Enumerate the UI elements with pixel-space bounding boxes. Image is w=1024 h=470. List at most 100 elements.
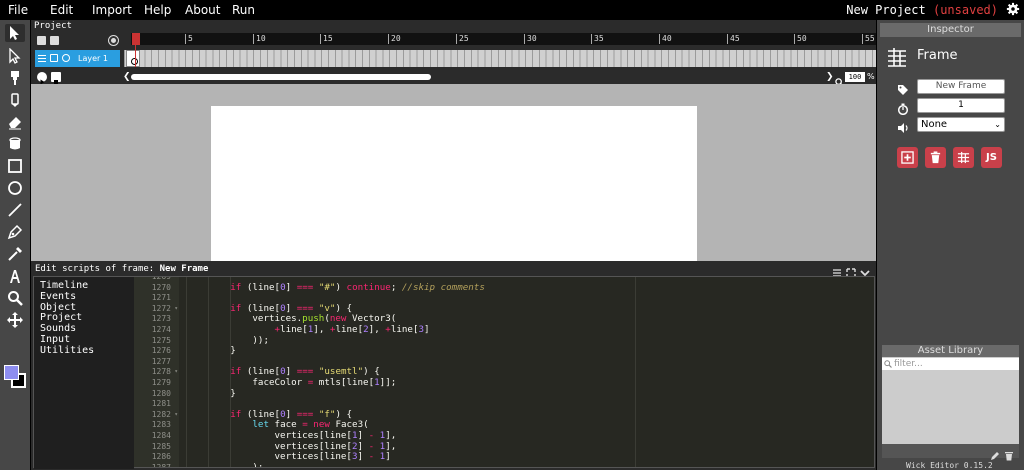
gear-icon[interactable]: [1006, 2, 1020, 16]
cursor-tool[interactable]: [5, 24, 25, 42]
menu-file[interactable]: File: [8, 3, 28, 17]
script-menu-utilities[interactable]: Utilities: [40, 345, 128, 357]
ruler-tick: 55: [862, 34, 875, 44]
scroll-left-icon[interactable]: ❮: [123, 72, 131, 82]
zoom-unit: %: [867, 72, 875, 81]
eyedropper-tool[interactable]: [5, 245, 25, 263]
fold-arrow-icon[interactable]: ▾: [174, 367, 178, 378]
asset-filter-input[interactable]: filter...: [882, 358, 1019, 370]
menu-run[interactable]: Run: [232, 3, 255, 17]
frame-sound-select[interactable]: None ⌄: [917, 117, 1005, 132]
brush-icon: [11, 71, 19, 85]
lock-icon[interactable]: [50, 54, 58, 62]
line-number: 1270: [151, 282, 171, 292]
move-arrows-icon: [7, 312, 23, 328]
script-editor-panel: Edit scripts of frame: New Frame Timelin…: [31, 261, 876, 470]
ruler-tick: 40: [659, 34, 672, 44]
tag-icon: [897, 81, 909, 95]
playhead-line: [135, 45, 136, 67]
trash-icon[interactable]: [1004, 446, 1014, 461]
line-number: 1280: [151, 388, 171, 398]
ruler-tick: 10: [253, 34, 266, 44]
frame-sound-row: None ⌄: [897, 117, 1024, 133]
fill-bucket-tool[interactable]: [5, 135, 25, 153]
line-number: 1285: [151, 441, 171, 451]
line-number-text: 1272: [151, 303, 171, 313]
fold-arrow-icon[interactable]: ▾: [174, 410, 178, 421]
menu-help[interactable]: Help: [144, 3, 171, 17]
bucket-icon: [9, 137, 21, 150]
timeline-title: Project: [34, 21, 72, 31]
frame-ruler[interactable]: 5 10 15 20 25 30 35 40 45 50 55: [131, 33, 876, 45]
ruler-tick: 30: [524, 34, 537, 44]
frame-type-icon: [887, 47, 907, 67]
fold-arrow-icon[interactable]: ▾: [174, 304, 178, 315]
project-name[interactable]: New Project (unsaved): [846, 3, 998, 17]
line-number: 1279: [151, 378, 171, 387]
extend-frame-button[interactable]: [953, 147, 974, 168]
asset-library-footer: [882, 444, 1019, 461]
layer-item[interactable]: Layer 1: [35, 50, 120, 67]
code-line: vertices[line[1] - 1],: [186, 430, 397, 441]
add-layer-icon[interactable]: [37, 36, 46, 45]
edit-script-button[interactable]: JS: [981, 147, 1002, 168]
code-line: }: [186, 345, 236, 357]
ellipse-tool[interactable]: [5, 179, 25, 197]
menubar: File Edit Import Help About Run New Proj…: [0, 0, 1024, 20]
eraser-tool[interactable]: [5, 113, 25, 131]
code-editor[interactable]: 1269 1270 1271 1272▾ 1273 1274 1275 1276…: [134, 277, 874, 467]
zoom-tool[interactable]: [5, 289, 25, 307]
timeline-scrollbar[interactable]: [131, 74, 431, 80]
code-line: +line[1], +line[2], +line[3]: [274, 324, 430, 335]
line-number: 1276: [151, 346, 171, 356]
timeline-zoom-input[interactable]: 100: [845, 72, 865, 82]
pen-tool[interactable]: [5, 223, 25, 241]
selection-type-label: Frame: [917, 48, 958, 63]
code-text: if (line[0] === "#") continue; //skip co…: [180, 277, 874, 467]
eye-icon[interactable]: [62, 54, 70, 62]
frame-name-input[interactable]: New Frame: [917, 79, 1005, 94]
timer-icon: [897, 100, 909, 116]
script-menu-events[interactable]: Events: [40, 291, 128, 303]
version-label: Wick Editor 0.15.2: [906, 461, 993, 470]
eraser-icon: [9, 117, 21, 130]
line-number: 1277: [151, 356, 171, 366]
ruler-tick: 45: [727, 34, 740, 44]
text-icon: [10, 270, 20, 283]
stage[interactable]: [211, 106, 697, 261]
brush-tool[interactable]: [5, 69, 25, 87]
rectangle-tool[interactable]: [5, 157, 25, 175]
menu-about[interactable]: About: [185, 3, 220, 17]
line-number: 1278 ▾: [134, 367, 179, 378]
trash-icon: [930, 151, 941, 164]
stop-button[interactable]: [51, 72, 61, 84]
canvas-area[interactable]: [31, 84, 876, 261]
line-tool[interactable]: [5, 201, 25, 219]
line-number: 1281: [151, 399, 171, 409]
edit-pencil-icon[interactable]: [990, 446, 1000, 460]
line-number: 1284: [151, 431, 171, 440]
ruler-tick: 15: [320, 34, 333, 44]
asset-library-header: Asset Library: [882, 345, 1019, 357]
playhead[interactable]: [132, 33, 140, 45]
pan-tool[interactable]: [5, 311, 25, 329]
pen-icon: [7, 224, 23, 240]
drag-handle-icon[interactable]: [38, 54, 46, 62]
add-keyframe-button[interactable]: [897, 147, 918, 168]
unsaved-indicator: (unsaved): [932, 3, 998, 17]
pencil-tool[interactable]: [5, 91, 25, 109]
delete-frame-button[interactable]: [925, 147, 946, 168]
path-cursor-tool[interactable]: [5, 47, 25, 65]
fill-color-swatch[interactable]: [4, 365, 19, 380]
scroll-right-icon[interactable]: ❯: [826, 72, 834, 82]
search-icon: [884, 360, 892, 368]
asset-filter-placeholder: filter...: [894, 359, 923, 369]
play-button[interactable]: [37, 72, 47, 85]
delete-layer-icon[interactable]: [50, 36, 59, 45]
menu-import[interactable]: Import: [92, 3, 132, 17]
text-tool[interactable]: [5, 267, 25, 285]
menu-edit[interactable]: Edit: [50, 3, 73, 17]
onion-skin-icon[interactable]: [109, 36, 118, 45]
frame-duration-input[interactable]: 1: [917, 98, 1005, 113]
frames-grid[interactable]: [124, 50, 876, 67]
